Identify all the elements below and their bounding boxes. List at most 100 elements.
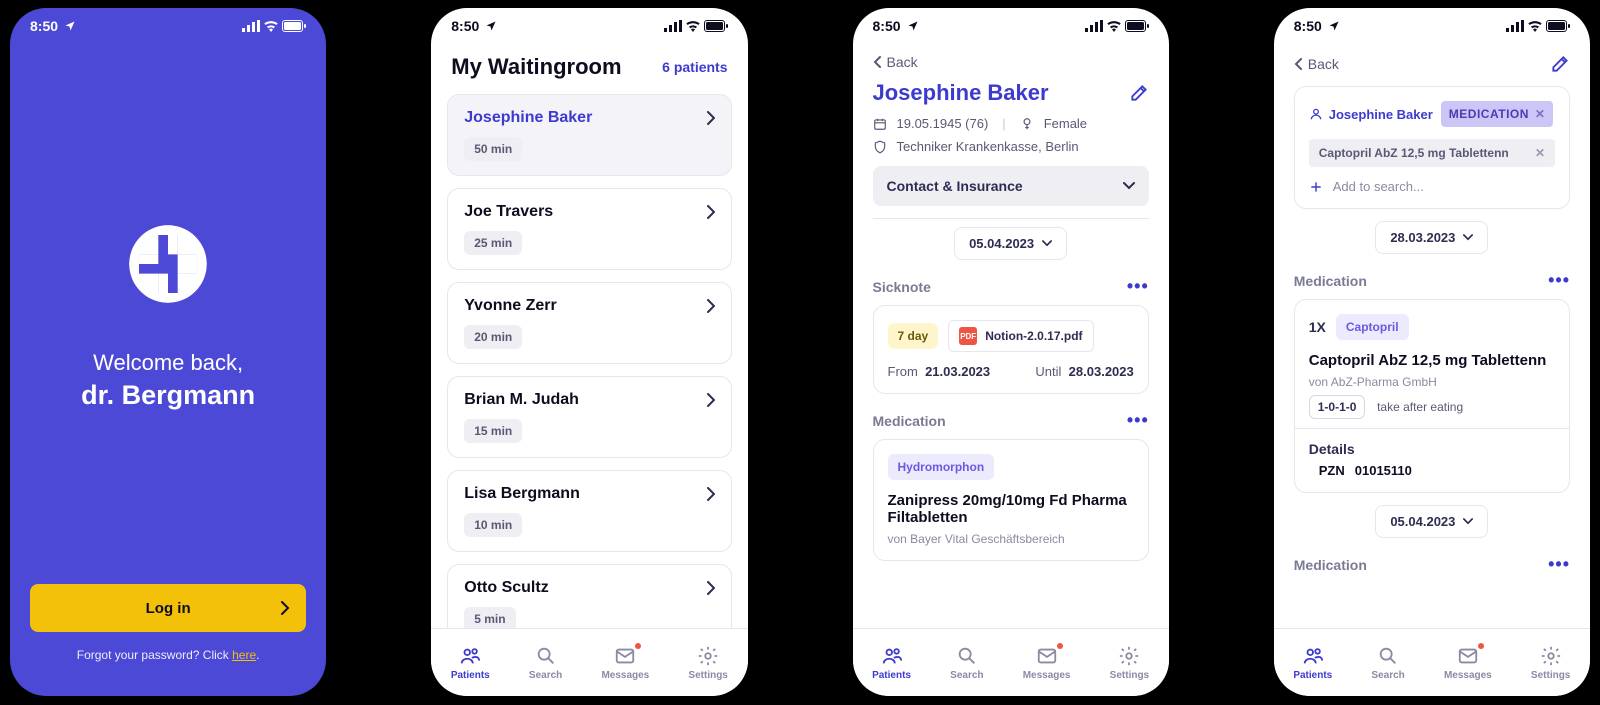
- drug-manufacturer: von AbZ-Pharma GmbH: [1309, 375, 1555, 389]
- welcome-label: Welcome back,: [93, 350, 243, 376]
- location-icon: [907, 20, 919, 32]
- medication-heading: Medication: [873, 413, 946, 429]
- patient-card-name: Yvonne Zerr: [464, 297, 556, 315]
- contact-insurance-toggle[interactable]: Contact & Insurance: [873, 166, 1149, 206]
- date-selector[interactable]: 05.04.2023: [954, 227, 1067, 260]
- wifi-icon: [1106, 20, 1122, 32]
- patient-card[interactable]: Yvonne Zerr 20 min: [447, 282, 731, 364]
- shield-icon: [873, 140, 887, 154]
- sicknote-duration-badge: 7 day: [888, 323, 939, 349]
- medication-detail-screen: 8:50 Back Josephine Baker: [1274, 8, 1590, 696]
- search-icon: [956, 645, 978, 667]
- patient-card[interactable]: Otto Scultz 5 min: [447, 564, 731, 628]
- patient-card[interactable]: Brian M. Judah15 min: [447, 376, 731, 458]
- medication-more-button[interactable]: •••: [1127, 410, 1149, 431]
- wait-time-chip: 10 min: [464, 513, 522, 537]
- tab-patients[interactable]: Patients: [451, 645, 490, 681]
- chevron-right-icon: [707, 111, 715, 125]
- battery-icon: [1546, 20, 1570, 32]
- tab-search[interactable]: Search: [950, 645, 983, 681]
- tab-search[interactable]: Search: [529, 645, 562, 681]
- patient-count: 6 patients: [662, 59, 727, 75]
- remove-chip-icon[interactable]: ✕: [1535, 146, 1545, 160]
- sicknote-heading: Sicknote: [873, 279, 931, 295]
- chevron-down-icon: [1463, 234, 1473, 241]
- wait-time-chip: 25 min: [464, 231, 522, 255]
- patient-card-name: Joe Travers: [464, 203, 553, 221]
- dose-schedule: 1-0-1-0: [1309, 395, 1366, 419]
- wifi-icon: [1527, 20, 1543, 32]
- category-chip[interactable]: MEDICATION ✕: [1441, 101, 1554, 127]
- medication-heading: Medication: [1294, 273, 1367, 289]
- back-button[interactable]: Back: [1294, 56, 1339, 72]
- date-selector[interactable]: 05.04.2023: [1375, 505, 1488, 538]
- patient-card-name: Brian M. Judah: [464, 391, 579, 409]
- location-icon: [485, 20, 497, 32]
- welcome-name: dr. Bergmann: [81, 380, 255, 411]
- sicknote-file[interactable]: PDF Notion-2.0.17.pdf: [948, 320, 1093, 352]
- tab-patients[interactable]: Patients: [1293, 645, 1332, 681]
- location-icon: [64, 20, 76, 32]
- chevron-down-icon: [1123, 182, 1135, 190]
- gender-icon: [1020, 117, 1034, 131]
- patients-icon: [1302, 645, 1324, 667]
- edit-icon[interactable]: [1550, 54, 1570, 74]
- calendar-icon: [873, 117, 887, 131]
- edit-icon[interactable]: [1129, 83, 1149, 103]
- battery-icon: [1125, 20, 1149, 32]
- medication-card[interactable]: Hydromorphon Zanipress 20mg/10mg Fd Phar…: [873, 439, 1149, 561]
- login-button[interactable]: Log in: [30, 584, 306, 632]
- page-title: My Waitingroom: [451, 54, 621, 80]
- wait-time-chip: 5 min: [464, 607, 515, 628]
- waitingroom-screen: 8:50 My Waitingroom 6 patients Josephine…: [431, 8, 747, 696]
- tab-messages[interactable]: Messages: [601, 645, 649, 681]
- status-bar: 8:50: [853, 8, 1169, 44]
- medication-more-button[interactable]: •••: [1548, 270, 1570, 291]
- pdf-icon: PDF: [959, 327, 977, 345]
- drug-tag: Hydromorphon: [888, 454, 995, 480]
- patient-card-name: Otto Scultz: [464, 579, 548, 597]
- date-selector[interactable]: 28.03.2023: [1375, 221, 1488, 254]
- signal-icon: [664, 20, 682, 32]
- sicknote-card: 7 day PDF Notion-2.0.17.pdf From 21.03.2…: [873, 305, 1149, 394]
- tab-messages[interactable]: Messages: [1444, 645, 1492, 681]
- chevron-right-icon: [707, 393, 715, 407]
- tab-settings[interactable]: Settings: [688, 645, 727, 681]
- tab-bar: Patients Search Messages Settings: [1274, 628, 1590, 696]
- wifi-icon: [685, 20, 701, 32]
- tab-settings[interactable]: Settings: [1531, 645, 1570, 681]
- chevron-down-icon: [1463, 518, 1473, 525]
- back-button[interactable]: Back: [873, 54, 918, 70]
- add-to-search-button[interactable]: Add to search...: [1309, 179, 1555, 194]
- chevron-right-icon: [280, 601, 290, 615]
- status-time: 8:50: [30, 18, 58, 34]
- wifi-icon: [263, 20, 279, 32]
- tab-patients[interactable]: Patients: [872, 645, 911, 681]
- remove-chip-icon[interactable]: ✕: [1535, 107, 1546, 121]
- status-time: 8:50: [1294, 18, 1322, 34]
- location-icon: [1328, 20, 1340, 32]
- sicknote-more-button[interactable]: •••: [1127, 276, 1149, 297]
- patient-card[interactable]: Joe Travers 25 min: [447, 188, 731, 270]
- patient-card[interactable]: Lisa Bergmann10 min: [447, 470, 731, 552]
- tab-search[interactable]: Search: [1371, 645, 1404, 681]
- search-icon: [535, 645, 557, 667]
- tab-settings[interactable]: Settings: [1110, 645, 1149, 681]
- wait-time-chip: 20 min: [464, 325, 522, 349]
- forgot-password-link[interactable]: here: [232, 648, 256, 662]
- login-screen: 8:50 Welcome back, dr. Bergma: [10, 8, 326, 696]
- medication-heading: Medication: [1294, 557, 1367, 573]
- patient-card[interactable]: Josephine Baker50 min: [447, 94, 731, 176]
- tab-messages[interactable]: Messages: [1023, 645, 1071, 681]
- signal-icon: [1506, 20, 1524, 32]
- tab-bar: Patients Search Messages Settings: [853, 628, 1169, 696]
- settings-icon: [1118, 645, 1140, 667]
- medication-more-button[interactable]: •••: [1548, 554, 1570, 575]
- person-filter[interactable]: Josephine Baker: [1309, 107, 1433, 122]
- settings-icon: [697, 645, 719, 667]
- chevron-left-icon: [1294, 58, 1302, 70]
- patients-icon: [459, 645, 481, 667]
- drug-chip[interactable]: Captopril AbZ 12,5 mg Tablettenn ✕: [1309, 139, 1555, 167]
- status-time: 8:50: [451, 18, 479, 34]
- pzn-row: PZN01015110: [1309, 463, 1555, 478]
